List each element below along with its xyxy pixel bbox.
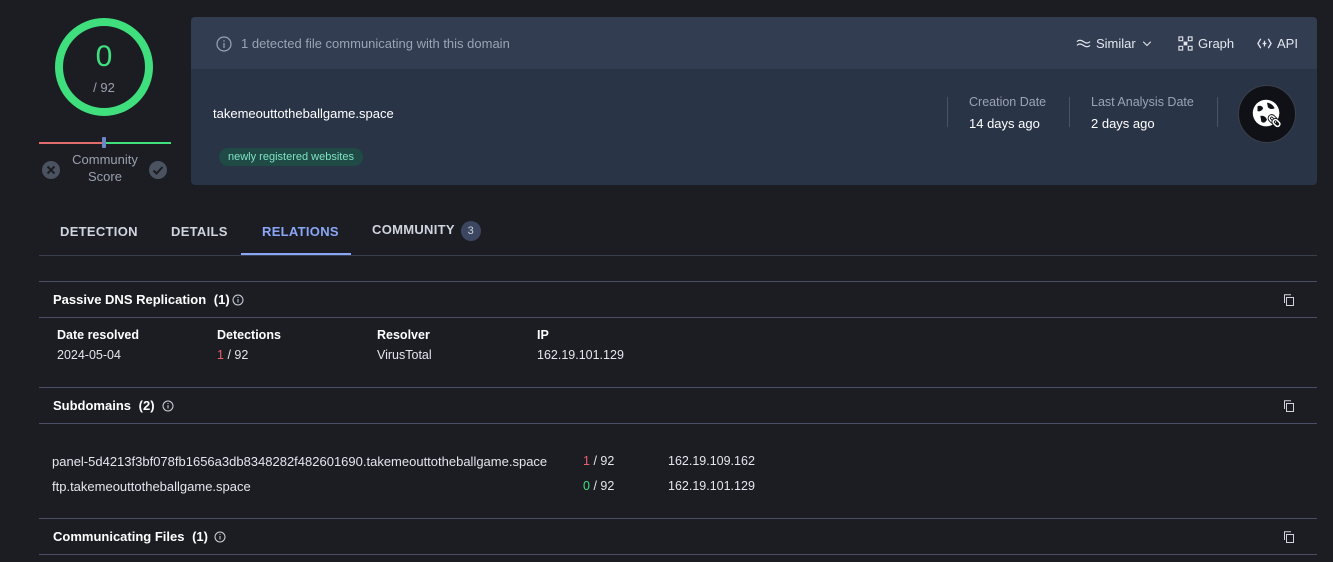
divider bbox=[1069, 97, 1070, 127]
subdomains-title-text: Subdomains bbox=[53, 398, 132, 413]
detection-summary: 1 detected file communicating with this … bbox=[241, 36, 510, 51]
api-button[interactable]: API bbox=[1257, 36, 1298, 51]
detection-ratio: 1 / 92 bbox=[583, 454, 614, 468]
detection-positives: 0 bbox=[583, 479, 590, 493]
detection-total: / 92 bbox=[593, 479, 615, 493]
domain-tag[interactable]: newly registered websites bbox=[219, 148, 363, 166]
detection-total: / 92 bbox=[227, 348, 249, 362]
passive-dns-count: (1) bbox=[213, 292, 230, 307]
divider bbox=[1217, 97, 1218, 127]
tab-relations[interactable]: RELATIONS bbox=[262, 224, 339, 239]
community-score-marker bbox=[102, 137, 106, 148]
subdomain-link[interactable]: panel-5d4213f3bf078fb1656a3db8348282f482… bbox=[52, 454, 547, 469]
score-total: / 92 bbox=[93, 80, 115, 95]
score-value: 0 bbox=[95, 40, 113, 73]
community-bar-negative bbox=[39, 142, 105, 144]
section-divider bbox=[39, 518, 1317, 519]
subdomain-link[interactable]: ftp.takemeouttotheballgame.space bbox=[52, 479, 251, 494]
community-bar-positive bbox=[105, 142, 171, 144]
resolver-value: VirusTotal bbox=[377, 348, 432, 362]
ip-link[interactable]: 162.19.101.129 bbox=[537, 348, 624, 362]
column-header-date: Date resolved bbox=[57, 328, 139, 342]
last-analysis-value: 2 days ago bbox=[1091, 116, 1155, 131]
subdomains-title: Subdomains (2) bbox=[53, 398, 155, 413]
subdomains-count: (2) bbox=[138, 398, 155, 413]
globe-link-icon bbox=[1252, 99, 1282, 129]
detection-ratio: 1 / 92 bbox=[217, 348, 248, 362]
ip-link[interactable]: 162.19.101.129 bbox=[668, 479, 755, 493]
divider bbox=[947, 97, 948, 127]
communicating-files-count: (1) bbox=[192, 529, 208, 544]
copy-icon[interactable] bbox=[1283, 531, 1295, 543]
copy-icon[interactable] bbox=[1283, 400, 1295, 412]
section-divider bbox=[39, 387, 1317, 388]
api-label: API bbox=[1277, 36, 1298, 51]
info-icon[interactable] bbox=[232, 294, 244, 306]
column-header-detections: Detections bbox=[217, 328, 281, 342]
tabs-baseline bbox=[39, 255, 1317, 256]
communicating-files-title: Communicating Files (1) bbox=[53, 529, 208, 544]
detection-positives: 1 bbox=[583, 454, 590, 468]
active-tab-indicator bbox=[241, 253, 351, 255]
tab-details[interactable]: DETAILS bbox=[171, 224, 228, 239]
section-divider bbox=[39, 423, 1317, 424]
info-icon[interactable] bbox=[214, 531, 226, 543]
community-score-label: Community Score bbox=[72, 152, 138, 184]
tab-community-label: COMMUNITY bbox=[372, 222, 455, 237]
tab-community[interactable]: COMMUNITY 3 bbox=[372, 221, 481, 241]
detection-banner: 1 detected file communicating with this … bbox=[191, 17, 1317, 69]
api-icon bbox=[1257, 38, 1272, 49]
column-header-resolver: Resolver bbox=[377, 328, 430, 342]
passive-dns-title: Passive DNS Replication (1) bbox=[53, 292, 230, 307]
domain-type-avatar bbox=[1238, 85, 1296, 143]
tab-detection[interactable]: DETECTION bbox=[60, 224, 138, 239]
graph-button[interactable]: Graph bbox=[1178, 36, 1234, 51]
similar-button[interactable]: Similar bbox=[1076, 36, 1153, 51]
passive-dns-title-text: Passive DNS Replication bbox=[53, 292, 207, 307]
vote-harmless-down-icon[interactable] bbox=[41, 160, 61, 180]
info-icon[interactable] bbox=[162, 400, 174, 412]
detection-ratio: 0 / 92 bbox=[583, 479, 614, 493]
chevron-down-icon bbox=[1142, 40, 1151, 46]
detection-total: / 92 bbox=[593, 454, 615, 468]
creation-date-value: 14 days ago bbox=[969, 116, 1040, 131]
section-divider bbox=[39, 554, 1317, 555]
section-divider bbox=[39, 281, 1317, 282]
copy-icon[interactable] bbox=[1283, 294, 1295, 306]
domain-header-card: 1 detected file communicating with this … bbox=[191, 17, 1317, 185]
graph-icon bbox=[1178, 36, 1193, 51]
ip-link[interactable]: 162.19.109.162 bbox=[668, 454, 755, 468]
section-divider bbox=[39, 317, 1317, 318]
info-icon bbox=[216, 36, 232, 52]
community-count-badge: 3 bbox=[460, 221, 481, 241]
last-analysis-label: Last Analysis Date bbox=[1091, 95, 1194, 109]
communicating-files-title-text: Communicating Files bbox=[53, 529, 185, 544]
creation-date-label: Creation Date bbox=[969, 95, 1047, 109]
graph-label: Graph bbox=[1198, 36, 1235, 51]
detection-positives: 1 bbox=[217, 348, 224, 362]
similar-icon bbox=[1076, 39, 1091, 48]
vote-up-check-icon[interactable] bbox=[148, 160, 168, 180]
column-header-ip: IP bbox=[537, 328, 549, 342]
similar-label: Similar bbox=[1096, 36, 1136, 51]
domain-name: takemeouttotheballgame.space bbox=[213, 106, 394, 121]
resolved-date: 2024-05-04 bbox=[57, 348, 121, 362]
